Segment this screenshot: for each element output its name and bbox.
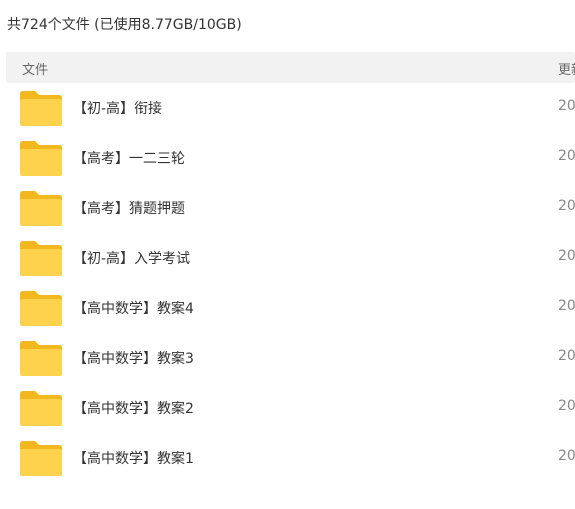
file-list-header: 文件 更新 bbox=[6, 52, 575, 83]
file-name: 【高考】一二三轮 bbox=[73, 151, 185, 167]
file-date: 20 bbox=[558, 148, 575, 164]
file-date: 20 bbox=[558, 198, 575, 214]
file-name: 【高中数学】教案4 bbox=[73, 301, 194, 317]
column-header-name[interactable]: 文件 bbox=[22, 59, 48, 78]
file-date: 20 bbox=[558, 398, 575, 414]
file-count-summary: 共724个文件 (已使用8.77GB/10GB) bbox=[7, 17, 242, 33]
file-date: 20 bbox=[558, 448, 575, 464]
folder-icon bbox=[20, 291, 62, 326]
list-item[interactable]: 【高考】一二三轮 20 bbox=[0, 133, 575, 183]
file-name: 【高考】猜题押题 bbox=[73, 201, 185, 217]
file-date: 20 bbox=[558, 248, 575, 264]
file-name: 【高中数学】教案1 bbox=[73, 451, 194, 467]
list-item[interactable]: 【初-高】衔接 20 bbox=[0, 83, 575, 133]
list-item[interactable]: 【高中数学】教案3 20 bbox=[0, 333, 575, 383]
file-name: 【初-高】入学考试 bbox=[73, 251, 191, 267]
list-item[interactable]: 【高中数学】教案4 20 bbox=[0, 283, 575, 333]
folder-icon bbox=[20, 191, 62, 226]
list-item[interactable]: 【高中数学】教案2 20 bbox=[0, 383, 575, 433]
file-date: 20 bbox=[558, 298, 575, 314]
folder-icon bbox=[20, 241, 62, 276]
folder-icon bbox=[20, 141, 62, 176]
folder-icon bbox=[20, 441, 62, 476]
file-list: 【初-高】衔接 20 【高考】一二三轮 20 【高考】猜题押题 20 【初-高】… bbox=[0, 83, 575, 483]
column-header-date[interactable]: 更新 bbox=[558, 59, 575, 78]
folder-icon bbox=[20, 341, 62, 376]
list-item[interactable]: 【高中数学】教案1 20 bbox=[0, 433, 575, 483]
file-name: 【高中数学】教案3 bbox=[73, 351, 194, 367]
folder-icon bbox=[20, 391, 62, 426]
folder-icon bbox=[20, 91, 62, 126]
list-item[interactable]: 【初-高】入学考试 20 bbox=[0, 233, 575, 283]
file-name: 【初-高】衔接 bbox=[73, 101, 163, 117]
file-date: 20 bbox=[558, 98, 575, 114]
list-item[interactable]: 【高考】猜题押题 20 bbox=[0, 183, 575, 233]
file-name: 【高中数学】教案2 bbox=[73, 401, 194, 417]
file-date: 20 bbox=[558, 348, 575, 364]
